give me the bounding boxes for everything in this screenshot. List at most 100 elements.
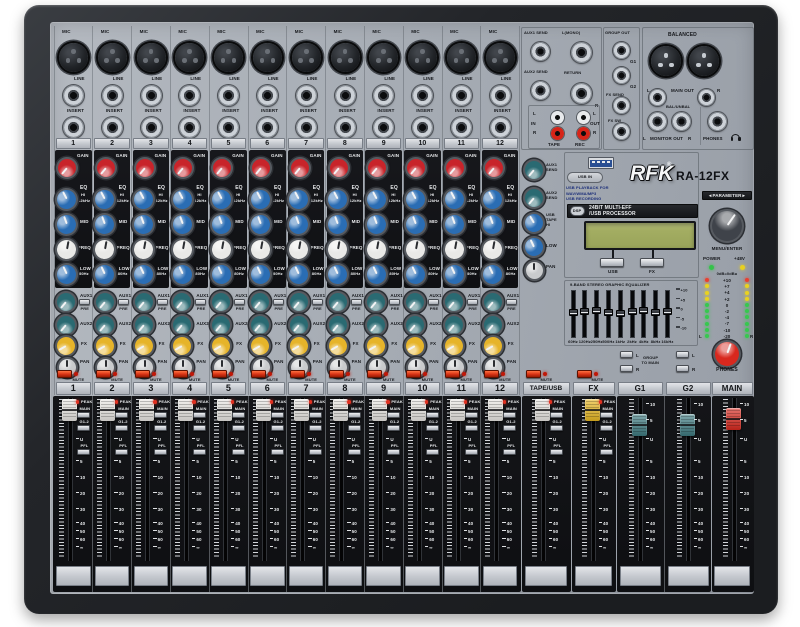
fader-cap[interactable]: [100, 399, 115, 421]
group-assign-button[interactable]: [387, 425, 400, 431]
mute-button[interactable]: [367, 370, 382, 378]
group-assign-button[interactable]: [426, 425, 439, 431]
pfl-button[interactable]: [77, 449, 90, 455]
geq-slider[interactable]: [569, 309, 578, 316]
mute-button[interactable]: [329, 370, 344, 378]
pfl-button[interactable]: [271, 449, 284, 455]
geq-slider[interactable]: [663, 308, 672, 315]
mute-button[interactable]: [212, 370, 227, 378]
mute-button[interactable]: [96, 370, 111, 378]
mute-button[interactable]: [251, 370, 266, 378]
main-assign-button[interactable]: [550, 412, 563, 418]
aux1-pre-button[interactable]: [195, 299, 206, 305]
main-assign-button[interactable]: [503, 412, 516, 418]
fader-cap[interactable]: [294, 399, 309, 421]
aux1-pre-button[interactable]: [157, 299, 168, 305]
pfl-button[interactable]: [193, 449, 206, 455]
group-assign-button[interactable]: [600, 425, 613, 431]
geq-slider[interactable]: [616, 310, 625, 317]
main-assign-button[interactable]: [77, 412, 90, 418]
fader-cap[interactable]: [726, 408, 741, 430]
geq-slider[interactable]: [604, 309, 613, 316]
main-assign-button[interactable]: [193, 412, 206, 418]
mute-button[interactable]: [290, 370, 305, 378]
group-assign-button[interactable]: [232, 425, 245, 431]
fader-cap[interactable]: [632, 414, 647, 436]
pfl-button[interactable]: [115, 449, 128, 455]
tape-mute-button[interactable]: [526, 370, 541, 378]
pfl-button[interactable]: [232, 449, 245, 455]
fader-cap[interactable]: [488, 399, 503, 421]
mute-button[interactable]: [484, 370, 499, 378]
usb-select-button[interactable]: [600, 258, 624, 267]
fader-cap[interactable]: [585, 399, 600, 421]
aux1-pre-button[interactable]: [506, 299, 517, 305]
main-assign-button[interactable]: [309, 412, 322, 418]
geq-slider[interactable]: [580, 308, 589, 315]
aux1-pre-button[interactable]: [273, 299, 284, 305]
main-assign-button[interactable]: [271, 412, 284, 418]
group-assign-button[interactable]: [154, 425, 167, 431]
group-assign-button[interactable]: [271, 425, 284, 431]
main-assign-button[interactable]: [232, 412, 245, 418]
geq-slider[interactable]: [651, 309, 660, 316]
fader-cap[interactable]: [680, 414, 695, 436]
pfl-button[interactable]: [154, 449, 167, 455]
fader-cap[interactable]: [333, 399, 348, 421]
group-assign-button[interactable]: [503, 425, 516, 431]
pfl-button[interactable]: [600, 449, 613, 455]
fader-cap[interactable]: [411, 399, 426, 421]
main-assign-button[interactable]: [600, 412, 613, 418]
aux1-pre-button[interactable]: [234, 299, 245, 305]
fader-cap[interactable]: [372, 399, 387, 421]
fader-cap[interactable]: [139, 399, 154, 421]
fx-mute-button[interactable]: [577, 370, 592, 378]
pfl-button[interactable]: [503, 449, 516, 455]
g1-to-main-r-button[interactable]: [620, 365, 633, 372]
group-assign-button[interactable]: [348, 425, 361, 431]
geq-slider[interactable]: [628, 308, 637, 315]
fx-select-button[interactable]: [640, 258, 664, 267]
pfl-button[interactable]: [550, 449, 563, 455]
group-assign-button[interactable]: [193, 425, 206, 431]
main-assign-button[interactable]: [115, 412, 128, 418]
fader-cap[interactable]: [256, 399, 271, 421]
g2-to-main-l-button[interactable]: [676, 351, 689, 358]
pfl-button[interactable]: [348, 449, 361, 455]
fader-cap[interactable]: [535, 399, 550, 421]
group-assign-button[interactable]: [77, 425, 90, 431]
main-assign-button[interactable]: [154, 412, 167, 418]
pfl-button[interactable]: [426, 449, 439, 455]
main-assign-button[interactable]: [387, 412, 400, 418]
mute-button[interactable]: [135, 370, 150, 378]
pfl-button[interactable]: [387, 449, 400, 455]
group-assign-button[interactable]: [550, 425, 563, 431]
aux1-pre-button[interactable]: [118, 299, 129, 305]
geq-slider[interactable]: [639, 307, 648, 314]
tape-pan-knob[interactable]: [526, 262, 543, 279]
aux1-pre-button[interactable]: [467, 299, 478, 305]
fader-cap[interactable]: [178, 399, 193, 421]
geq-slider[interactable]: [592, 307, 601, 314]
mute-button[interactable]: [173, 370, 188, 378]
g2-to-main-r-button[interactable]: [676, 365, 689, 372]
main-assign-button[interactable]: [426, 412, 439, 418]
mute-button[interactable]: [445, 370, 460, 378]
main-assign-button[interactable]: [348, 412, 361, 418]
fader-cap[interactable]: [217, 399, 232, 421]
fader-cap[interactable]: [450, 399, 465, 421]
main-assign-button[interactable]: [465, 412, 478, 418]
group-assign-button[interactable]: [115, 425, 128, 431]
group-assign-button[interactable]: [465, 425, 478, 431]
mute-button[interactable]: [57, 370, 72, 378]
aux1-pre-button[interactable]: [428, 299, 439, 305]
pfl-button[interactable]: [309, 449, 322, 455]
aux1-pre-button[interactable]: [79, 299, 90, 305]
g1-to-main-l-button[interactable]: [620, 351, 633, 358]
group-assign-button[interactable]: [309, 425, 322, 431]
aux1-pre-button[interactable]: [351, 299, 362, 305]
pfl-button[interactable]: [465, 449, 478, 455]
aux1-pre-button[interactable]: [389, 299, 400, 305]
aux1-pre-button[interactable]: [312, 299, 323, 305]
fader-cap[interactable]: [62, 399, 77, 421]
